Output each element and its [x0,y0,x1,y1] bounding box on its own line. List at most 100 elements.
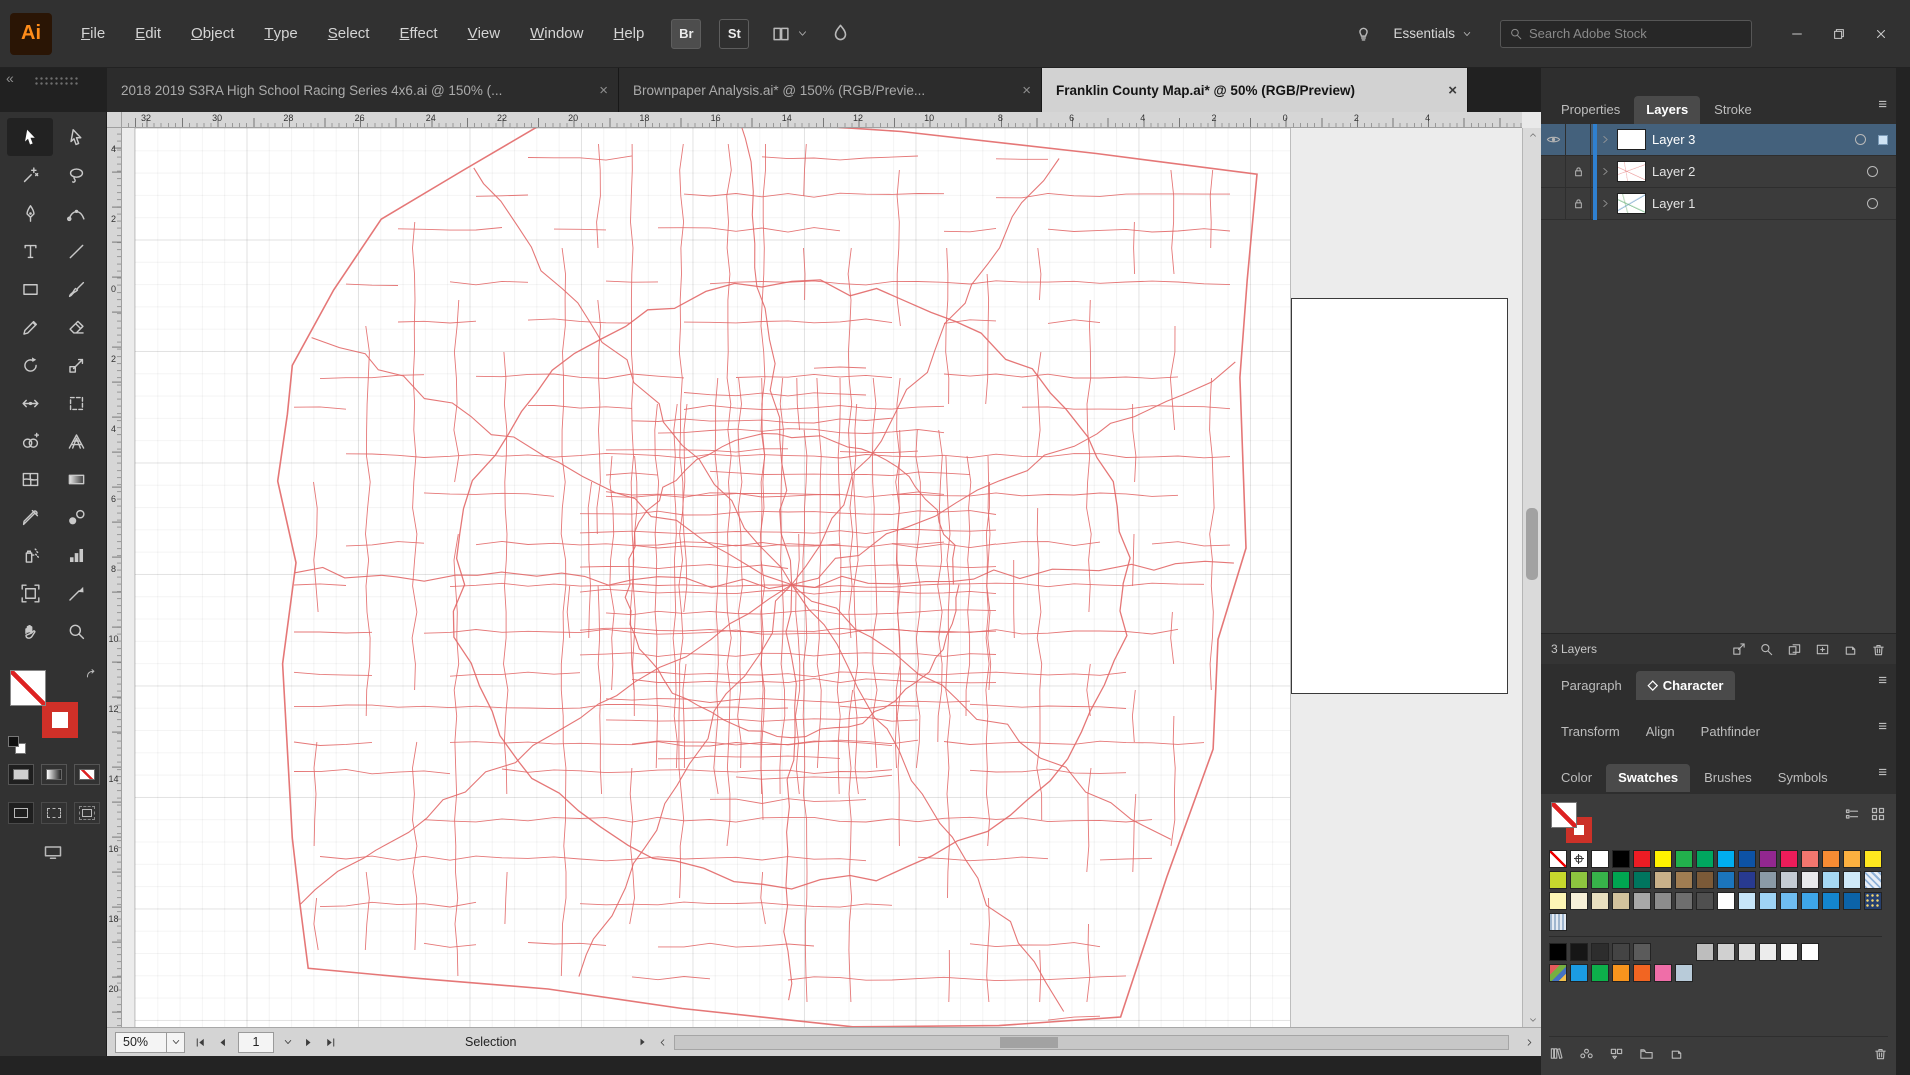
direct-selection-tool[interactable] [53,118,99,156]
close-tab-icon[interactable]: × [1022,82,1031,99]
swatch[interactable] [1738,892,1756,910]
horizontal-scrollbar-thumb[interactable] [1000,1036,1059,1048]
swatch[interactable] [1780,850,1798,868]
panel-tab-color[interactable]: Color [1549,764,1604,792]
stock-search[interactable] [1500,19,1752,48]
grid-view-icon[interactable] [1870,806,1886,822]
delete-layer-icon[interactable] [1871,642,1886,657]
pencil-tool[interactable] [7,308,53,346]
lasso-tool[interactable] [53,156,99,194]
swatch[interactable] [1864,871,1882,889]
collect-export-icon[interactable] [1731,642,1746,657]
menu-object[interactable]: Object [176,0,249,67]
close-tab-icon[interactable]: × [1448,82,1457,99]
scale-tool[interactable] [53,346,99,384]
swatch[interactable] [1549,892,1567,910]
arrange-documents-icon[interactable] [771,24,791,44]
menu-select[interactable]: Select [313,0,385,67]
layer-name[interactable]: Layer 1 [1652,196,1695,211]
new-layer-icon[interactable] [1843,642,1858,657]
new-color-group-icon[interactable] [1639,1046,1654,1061]
swatch-libraries-icon[interactable] [1549,1046,1564,1061]
gradient-button[interactable] [41,764,67,785]
swatch[interactable] [1717,871,1735,889]
panel-tab-paragraph[interactable]: Paragraph [1549,672,1634,700]
zoom-level-select[interactable]: 50% [115,1031,185,1053]
swatch[interactable] [1738,943,1756,961]
layer-target-circle[interactable] [1867,166,1878,177]
ruler-corner[interactable] [107,112,122,128]
document-tab-1[interactable]: 2018 2019 S3RA High School Racing Series… [107,68,619,112]
swatch[interactable] [1780,892,1798,910]
menu-type[interactable]: Type [249,0,312,67]
layer-target-circle[interactable] [1867,198,1878,209]
swatch[interactable] [1654,892,1672,910]
screen-mode-button[interactable] [8,842,98,862]
panel-tab-symbols[interactable]: Symbols [1766,764,1840,792]
panel-tab-layers[interactable]: Layers [1634,96,1701,124]
draw-inside-button[interactable] [74,802,100,824]
horizontal-scrollbar[interactable] [674,1034,1509,1050]
scroll-right-icon[interactable] [1524,1037,1535,1048]
expand-layer-icon[interactable] [1597,198,1614,209]
swatch-kinds-icon[interactable] [1609,1046,1624,1061]
default-fill-stroke-icon[interactable] [8,736,26,754]
swatch[interactable] [1633,943,1651,961]
locate-object-icon[interactable] [1759,642,1774,657]
artboard-number-field[interactable]: 1 [238,1031,274,1053]
swatch[interactable] [1612,850,1630,868]
menu-edit[interactable]: Edit [120,0,176,67]
visibility-toggle[interactable] [1541,155,1566,188]
swatch[interactable] [1780,943,1798,961]
expand-layer-icon[interactable] [1597,134,1614,145]
new-sublayer-icon[interactable] [1815,642,1830,657]
width-tool[interactable] [7,384,53,422]
selection-tool[interactable] [7,118,53,156]
slice-tool[interactable] [53,574,99,612]
type-tool[interactable] [7,232,53,270]
pen-tool[interactable] [7,194,53,232]
menu-view[interactable]: View [453,0,516,67]
close-tab-icon[interactable]: × [599,82,608,99]
swatch[interactable] [1612,964,1630,982]
previous-artboard-button[interactable] [216,1036,229,1049]
swatch[interactable] [1570,943,1588,961]
visibility-toggle[interactable] [1541,187,1566,220]
swatch[interactable] [1633,871,1651,889]
swatch[interactable] [1738,850,1756,868]
swatch[interactable] [1696,943,1714,961]
rectangle-tool[interactable] [7,270,53,308]
swatch[interactable] [1675,892,1693,910]
shape-builder-tool[interactable] [7,422,53,460]
document-tab-2[interactable]: Brownpaper Analysis.ai* @ 150% (RGB/Prev… [619,68,1042,112]
swatch[interactable] [1843,892,1861,910]
swatch[interactable] [1864,892,1882,910]
swatch[interactable] [1549,943,1567,961]
swatch[interactable] [1864,850,1882,868]
first-artboard-button[interactable] [194,1036,207,1049]
none-button[interactable] [74,764,100,785]
symbol-sprayer-tool[interactable] [7,536,53,574]
swatch[interactable] [1675,871,1693,889]
swatch[interactable] [1654,964,1672,982]
draw-behind-button[interactable] [41,802,67,824]
eraser-tool[interactable] [53,308,99,346]
search-input[interactable] [1529,26,1743,41]
close-button[interactable] [1862,19,1900,49]
panel-tab-transform[interactable]: Transform [1549,718,1632,746]
lightbulb-icon[interactable] [1354,24,1373,43]
zoom-dropdown-icon[interactable] [166,1032,184,1052]
layer-thumbnail[interactable] [1617,193,1646,214]
line-segment-tool[interactable] [53,232,99,270]
swatch[interactable] [1759,892,1777,910]
swatch[interactable] [1549,871,1567,889]
gradient-tool[interactable] [53,460,99,498]
panel-tab-pathfinder[interactable]: Pathfinder [1689,718,1772,746]
color-themes-icon[interactable] [1579,1046,1594,1061]
swatch[interactable] [1549,850,1567,868]
swatch[interactable] [1612,892,1630,910]
bridge-button[interactable]: Br [671,18,702,49]
list-view-icon[interactable] [1844,806,1860,822]
menu-file[interactable]: File [66,0,120,67]
swatch[interactable] [1633,892,1651,910]
